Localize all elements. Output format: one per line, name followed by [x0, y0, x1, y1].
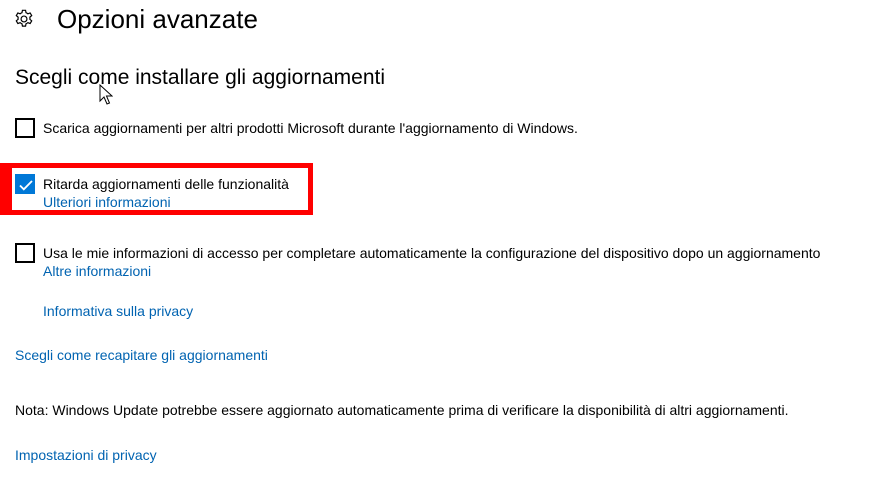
- checkbox-use-sign-in-info[interactable]: [15, 243, 35, 263]
- other-info-link[interactable]: Altre informazioni: [43, 263, 820, 279]
- section-title: Scegli come installare gli aggiornamenti: [15, 66, 386, 89]
- checkmark-icon: [19, 180, 33, 191]
- privacy-settings-link[interactable]: Impostazioni di privacy: [15, 447, 157, 463]
- delivery-options-link[interactable]: Scegli come recapitare gli aggiornamenti: [15, 347, 268, 363]
- more-info-link[interactable]: Ulteriori informazioni: [43, 194, 289, 210]
- privacy-statement-link[interactable]: Informativa sulla privacy: [43, 303, 193, 319]
- mouse-cursor-icon: [99, 84, 113, 105]
- option-label: Usa le mie informazioni di accesso per c…: [43, 245, 821, 261]
- page-title: Opzioni avanzate: [57, 3, 258, 34]
- option-defer-feature-updates: Ritarda aggiornamenti delle funzionalità…: [15, 174, 289, 210]
- advanced-options-page: Opzioni avanzate Scegli come installare …: [0, 0, 873, 481]
- option-label: Scarica aggiornamenti per altri prodotti…: [43, 120, 578, 136]
- note-text: Nota: Windows Update potrebbe essere agg…: [15, 402, 789, 418]
- option-label: Ritarda aggiornamenti delle funzionalità: [43, 176, 289, 192]
- gear-icon: [13, 8, 35, 30]
- page-header: Opzioni avanzate: [13, 4, 258, 34]
- checkbox-defer-feature-updates[interactable]: [15, 174, 35, 194]
- option-download-other-products: Scarica aggiornamenti per altri prodotti…: [15, 118, 578, 138]
- checkbox-download-other-products[interactable]: [15, 118, 35, 138]
- option-use-sign-in-info: Usa le mie informazioni di accesso per c…: [15, 243, 820, 279]
